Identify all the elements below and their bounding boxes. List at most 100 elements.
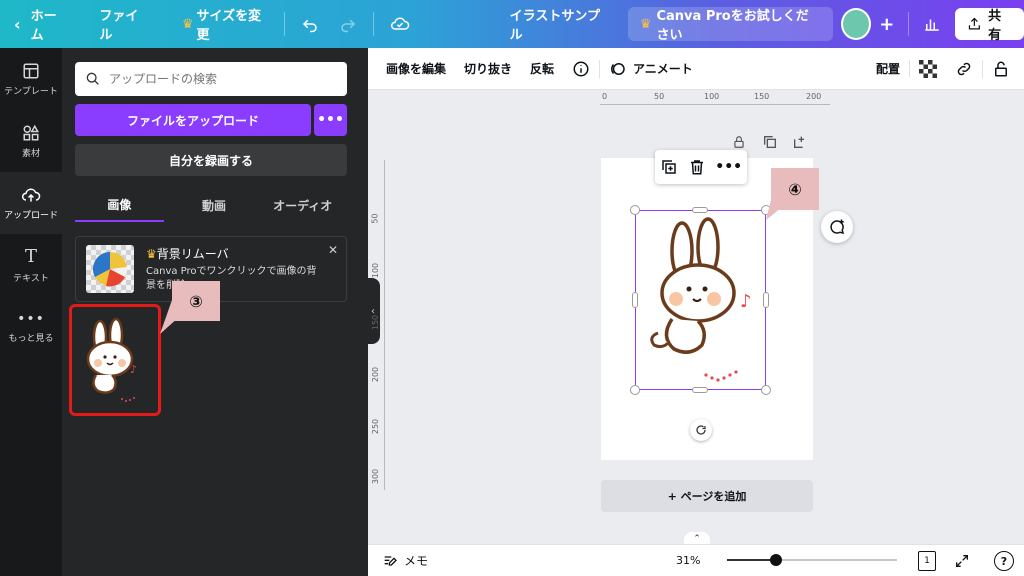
position-label: 配置 xyxy=(875,62,900,76)
animate-icon xyxy=(611,62,625,75)
zoom-slider-fill xyxy=(727,559,776,561)
template-icon xyxy=(23,63,39,78)
file-menu-button[interactable]: ファイル xyxy=(89,0,157,48)
add-collaborator-button[interactable]: + xyxy=(871,0,902,48)
record-yourself-button[interactable]: 自分を録画する xyxy=(75,144,347,176)
resize-handle[interactable] xyxy=(692,207,708,213)
edit-image-button[interactable]: 画像を編集 xyxy=(368,60,455,77)
rail-label: テキスト xyxy=(13,274,49,284)
resize-handle[interactable] xyxy=(692,387,708,393)
try-pro-label: Canva Proをお試しください xyxy=(656,9,809,43)
resize-handle[interactable] xyxy=(630,205,640,215)
upload-cloud-icon xyxy=(22,188,41,202)
avatar[interactable] xyxy=(841,8,872,40)
duplicate-page-icon[interactable] xyxy=(762,134,778,150)
help-button[interactable]: ? xyxy=(994,551,1014,571)
ruler-tick: 150 xyxy=(371,314,381,331)
help-icon: ? xyxy=(1000,554,1008,568)
page-count: 1 xyxy=(924,556,930,566)
rail-item-text[interactable]: T テキスト xyxy=(0,234,62,296)
zoom-slider-knob[interactable] xyxy=(770,554,782,566)
rail-item-more[interactable]: ••• もっと見る xyxy=(0,296,62,358)
rotate-button[interactable] xyxy=(690,419,712,441)
element-actions-bar: ••• xyxy=(655,150,747,184)
promo-thumbnail xyxy=(86,245,134,293)
crown-icon: ♛ xyxy=(181,16,194,32)
tab-videos[interactable]: 動画 xyxy=(170,188,259,222)
rotate-icon xyxy=(696,425,706,435)
add-page-label: + ページを追加 xyxy=(667,490,747,503)
add-page-button[interactable]: + ページを追加 xyxy=(601,480,813,512)
crown-icon: ♛ xyxy=(146,247,157,261)
insights-button[interactable] xyxy=(915,0,949,48)
upload-more-button[interactable]: ••• xyxy=(314,104,347,136)
share-button[interactable]: 共有 xyxy=(955,8,1024,43)
tab-label: 画像 xyxy=(107,197,132,212)
search-icon xyxy=(86,72,99,85)
upload-file-label: ファイルをアップロード xyxy=(126,113,259,128)
file-label: ファイル xyxy=(99,9,139,43)
flip-label: 反転 xyxy=(530,62,555,76)
flip-button[interactable]: 反転 xyxy=(521,60,563,77)
edit-image-label: 画像を編集 xyxy=(386,62,447,76)
bottom-bar: メモ 31% 1 ? xyxy=(368,544,1024,576)
info-icon xyxy=(573,61,589,76)
rail-item-uploads[interactable]: アップロード xyxy=(0,172,62,234)
design-title[interactable]: イラストサンプル xyxy=(500,0,616,48)
more-icon: ••• xyxy=(317,112,344,128)
position-button[interactable]: 配置 xyxy=(867,60,910,77)
beach-ball-image xyxy=(93,252,128,287)
crop-label: 切り抜き xyxy=(464,62,513,76)
redo-button[interactable] xyxy=(329,0,367,48)
page-count-button[interactable]: 1 xyxy=(918,551,936,571)
elements-icon xyxy=(23,124,40,140)
ruler-tick: 0 xyxy=(602,92,608,101)
resize-handle[interactable] xyxy=(763,292,769,308)
trash-icon[interactable] xyxy=(688,158,706,176)
comment-plus-icon xyxy=(830,219,845,235)
rail-item-elements[interactable]: 素材 xyxy=(0,110,62,172)
search-box[interactable] xyxy=(75,62,347,96)
search-input[interactable] xyxy=(109,72,329,86)
resize-handle[interactable] xyxy=(630,385,640,395)
more-icon: ••• xyxy=(17,310,45,327)
tab-label: 動画 xyxy=(202,198,227,213)
resize-button[interactable]: ♛ サイズを変更 xyxy=(172,0,278,48)
tab-audio[interactable]: オーディオ xyxy=(258,188,347,222)
resize-handle[interactable] xyxy=(632,292,638,308)
ruler-tick: 100 xyxy=(371,262,381,279)
animate-button[interactable]: アニメート xyxy=(599,59,702,78)
rail-item-templates[interactable]: テンプレート xyxy=(0,48,62,110)
divider xyxy=(372,12,374,36)
add-page-icon[interactable] xyxy=(792,134,808,150)
fullscreen-icon[interactable] xyxy=(954,553,970,569)
lock-page-icon[interactable] xyxy=(732,134,746,150)
transparency-button[interactable] xyxy=(910,59,946,78)
vertical-ruler: 50 100 150 200 250 300 xyxy=(370,160,388,490)
resize-label: サイズを変更 xyxy=(196,9,262,43)
link-button[interactable] xyxy=(946,60,982,78)
duplicate-icon[interactable] xyxy=(660,158,678,176)
ruler-tick: 300 xyxy=(371,468,381,485)
notes-button[interactable]: メモ xyxy=(382,552,428,569)
crop-button[interactable]: 切り抜き xyxy=(455,60,521,77)
bunny-illustration: ♪ xyxy=(86,317,137,402)
close-icon[interactable]: ✕ xyxy=(328,243,338,257)
tab-images[interactable]: 画像 xyxy=(75,188,164,222)
lock-button[interactable] xyxy=(982,59,1024,78)
share-label: 共有 xyxy=(988,9,1002,43)
uploaded-image-thumbnail[interactable]: ♪ xyxy=(69,304,161,416)
divider xyxy=(283,12,285,36)
try-pro-button[interactable]: ♛ Canva Proをお試しください xyxy=(627,7,834,43)
resize-handle[interactable] xyxy=(761,385,771,395)
save-status-button[interactable] xyxy=(380,0,420,48)
callout-text: ③ xyxy=(189,291,203,311)
add-comment-button[interactable] xyxy=(821,211,853,243)
more-options-icon[interactable]: ••• xyxy=(715,159,742,175)
info-button[interactable] xyxy=(563,60,599,78)
undo-button[interactable] xyxy=(291,0,329,48)
ruler-tick: 250 xyxy=(371,418,381,435)
zoom-level[interactable]: 31% xyxy=(676,554,700,567)
upload-file-button[interactable]: ファイルをアップロード xyxy=(75,104,311,136)
home-button[interactable]: ‹ ホーム xyxy=(0,0,75,48)
